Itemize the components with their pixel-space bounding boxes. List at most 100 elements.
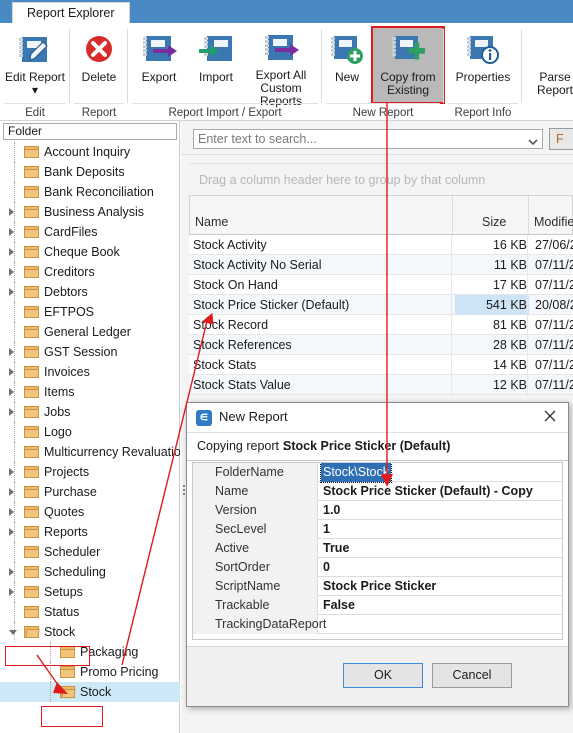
property-grid[interactable]: FolderName Stock\Stock Name Stock Price Sti… [192,462,563,640]
tree-item-reports[interactable]: Reports [0,522,180,542]
tree-item-creditors[interactable]: Creditors [0,262,180,282]
column-header-modified[interactable]: Modified [534,196,573,234]
tree-item-projects[interactable]: Projects [0,462,180,482]
expand-triangle-icon[interactable] [9,268,18,277]
cancel-button[interactable]: Cancel [432,663,512,688]
tree-item-purchase[interactable]: Purchase [0,482,180,502]
expand-triangle-icon[interactable] [9,488,18,497]
chevron-down-icon[interactable] [528,134,538,146]
property-row[interactable]: Trackable False [193,596,562,615]
tree-item-label: Items [44,385,75,399]
property-value[interactable]: 1 [319,520,330,539]
tree-item-jobs[interactable]: Jobs [0,402,180,422]
tree-item-label: Bank Reconciliation [44,185,154,199]
properties-button[interactable]: Properties [452,27,514,103]
parse-report-button[interactable]: Parse Report [526,27,573,103]
delete-button[interactable]: Delete [68,27,130,103]
tree-item-bank-reconciliation[interactable]: Bank Reconciliation [0,182,180,202]
tree-item-debtors[interactable]: Debtors [0,282,180,302]
tree-item-cardfiles[interactable]: CardFiles [0,222,180,242]
tree-item-logo[interactable]: Logo [0,422,180,442]
expand-triangle-icon[interactable] [9,528,18,537]
folder-tree-panel: Folder Account Inquiry Bank Deposits Bank … [0,121,180,733]
table-row[interactable]: Stock Stats 14 KB 07/11/20 [189,355,573,375]
export-all-custom-reports-button[interactable]: Export All Custom Reports [242,27,320,108]
property-row[interactable]: Version 1.0 [193,501,562,520]
tree-item-multicurrency-revaluation[interactable]: Multicurrency Revaluation [0,442,180,462]
tree-item-label: Packaging [80,645,139,659]
property-value[interactable]: 0 [319,558,330,577]
ok-button[interactable]: OK [343,663,423,688]
tree-item-promo-pricing[interactable]: Promo Pricing [0,662,180,682]
tree-item-stock[interactable]: Stock [0,622,180,642]
table-row[interactable]: Stock Record 81 KB 07/11/20 [189,315,573,335]
expand-triangle-icon[interactable] [9,228,18,237]
tree-item-setups[interactable]: Setups [0,582,180,602]
table-row[interactable]: Stock Stats Value 12 KB 07/11/20 [189,375,573,395]
property-value[interactable]: Stock Price Sticker [319,577,436,596]
property-value[interactable]: True [319,539,349,558]
table-row[interactable]: Stock Activity No Serial 11 KB 07/11/20 [189,255,573,275]
export-button[interactable]: Export [128,27,190,103]
tree-item-business-analysis[interactable]: Business Analysis [0,202,180,222]
expand-triangle-icon[interactable] [9,408,18,417]
tree-item-quotes[interactable]: Quotes [0,502,180,522]
property-value[interactable]: False [319,596,355,615]
search-input[interactable]: Enter text to search... [193,129,543,149]
tree-item-scheduler[interactable]: Scheduler [0,542,180,562]
tree-item-eftpos[interactable]: EFTPOS [0,302,180,322]
tree-item-status[interactable]: Status [0,602,180,622]
group-by-hint[interactable]: Drag a column header here to group by th… [189,163,573,195]
tree-item-items[interactable]: Items [0,382,180,402]
column-header-size[interactable]: Size [482,196,506,234]
table-row[interactable]: Stock Price Sticker (Default) 541 KB 20/08… [189,295,573,315]
tree-item-packaging[interactable]: Packaging [0,642,180,662]
expand-triangle-icon[interactable] [9,388,18,397]
tree-item-invoices[interactable]: Invoices [0,362,180,382]
tree-item-bank-deposits[interactable]: Bank Deposits [0,162,180,182]
property-row[interactable]: SecLevel 1 [193,520,562,539]
import-button[interactable]: Import [185,27,247,103]
expand-triangle-icon[interactable] [9,588,18,597]
folder-tree[interactable]: Account Inquiry Bank Deposits Bank Reconci… [0,142,180,733]
collapse-triangle-icon[interactable] [9,628,18,637]
tree-item-scheduling[interactable]: Scheduling [0,562,180,582]
table-row[interactable]: Stock On Hand 17 KB 07/11/20 [189,275,573,295]
tree-item-cheque-book[interactable]: Cheque Book [0,242,180,262]
tab-report-explorer[interactable]: Report Explorer [12,2,130,23]
table-row[interactable]: Stock References 28 KB 07/11/20 [189,335,573,355]
ribbon-group-divider [132,103,318,104]
property-row[interactable]: SortOrder 0 [193,558,562,577]
expand-triangle-icon[interactable] [9,208,18,217]
expand-triangle-icon[interactable] [9,348,18,357]
property-row[interactable]: ScriptName Stock Price Sticker [193,577,562,596]
report-grid[interactable]: Stock Activity16 KB27/06/20Stock Activit… [189,235,573,395]
tree-guide-line [14,442,15,462]
edit-report-button[interactable]: Edit Report ▾ [4,27,66,103]
tree-item-account-inquiry[interactable]: Account Inquiry [0,142,180,162]
close-icon[interactable] [542,408,558,424]
expand-triangle-icon[interactable] [9,248,18,257]
property-value[interactable]: Stock\Stock [320,463,392,483]
expand-triangle-icon[interactable] [9,368,18,377]
property-value[interactable]: 1.0 [319,501,340,520]
table-row[interactable]: Stock Activity 16 KB 27/06/20 [189,235,573,255]
folder-icon [60,666,75,678]
find-button[interactable]: F [549,128,573,150]
property-row[interactable]: FolderName Stock\Stock [193,463,562,483]
column-header-name[interactable]: Name [195,196,228,234]
property-value[interactable]: Stock Price Sticker (Default) - Copy [319,482,533,501]
expand-triangle-icon[interactable] [9,288,18,297]
grid-header: Name Size Modified [189,195,573,235]
copy-from-existing-button[interactable]: Copy from Existing [371,26,445,104]
tree-item-gst-session[interactable]: GST Session [0,342,180,362]
new-report-button[interactable]: New [322,27,372,103]
expand-triangle-icon[interactable] [9,468,18,477]
expand-triangle-icon[interactable] [9,508,18,517]
tree-item-general-ledger[interactable]: General Ledger [0,322,180,342]
property-row[interactable]: TrackingDataReport [193,615,562,634]
expand-triangle-icon[interactable] [9,568,18,577]
property-row[interactable]: Active True [193,539,562,558]
tree-item-stock[interactable]: Stock [0,682,180,702]
property-row[interactable]: Name Stock Price Sticker (Default) - Copy [193,482,562,501]
